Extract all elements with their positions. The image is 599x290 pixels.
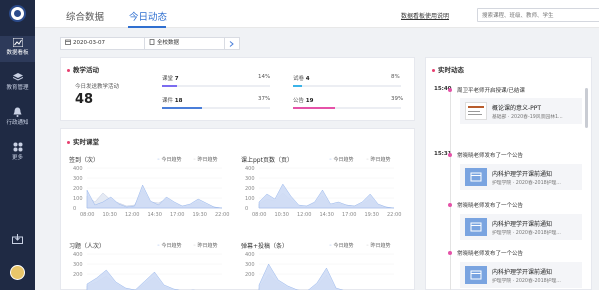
y-tick-label: 0 <box>73 206 76 212</box>
y-tick-label: 400 <box>245 252 255 258</box>
y-tick-label: 200 <box>245 272 255 278</box>
x-tick-label: 22:00 <box>215 212 229 218</box>
feed-card-title: 概论课的意义-PPT <box>492 105 542 112</box>
x-tick-label: 08:00 <box>80 212 94 218</box>
y-tick-label: 400 <box>73 166 83 172</box>
feed-card-subtitle: 基础部 · 2020春-19风景园林1... <box>492 115 563 120</box>
x-tick-label: 14:30 <box>320 212 334 218</box>
series-today-area <box>86 269 196 290</box>
feed-card-title: 内科护理学开课前通知 <box>492 221 553 228</box>
feed-text: 常晓晓老师发布了一个公告 <box>457 203 524 209</box>
x-tick-label: 10:30 <box>275 212 289 218</box>
announcement-thumbnail <box>465 218 487 236</box>
y-tick-label: 200 <box>73 272 83 278</box>
series-today-area <box>86 184 223 209</box>
feed-card-title: 内科护理学开课前通知 <box>492 269 553 276</box>
y-tick-label: 200 <box>73 186 83 192</box>
x-tick-label: 08:00 <box>252 212 266 218</box>
y-tick-label: 400 <box>245 166 255 172</box>
feed-card-subtitle: 护理学院 · 2020春-2018护理... <box>492 181 561 186</box>
window-icon <box>470 222 482 232</box>
feed-card-subtitle: 护理学院 · 2020春-2018护理... <box>492 231 561 236</box>
x-tick-label: 17:00 <box>342 212 356 218</box>
feed-text: 常晓晓老师发布了一个公告 <box>457 251 524 257</box>
y-tick-label: 100 <box>73 196 83 202</box>
y-tick-label: 200 <box>245 186 255 192</box>
x-tick-label: 19:30 <box>365 212 379 218</box>
x-tick-label: 17:00 <box>170 212 184 218</box>
x-tick-label: 22:00 <box>387 212 401 218</box>
feed-card[interactable]: 内科护理学开课前通知 护理学院 · 2020春-2018护理... <box>460 262 582 288</box>
x-tick-label: 10:30 <box>103 212 117 218</box>
x-tick-label: 12:00 <box>125 212 139 218</box>
announcement-thumbnail <box>465 266 487 284</box>
y-tick-label: 0 <box>245 206 248 212</box>
feed-card-subtitle: 护理学院 · 2020春-2018护理... <box>492 279 561 284</box>
feed-card-title: 内科护理学开课前通知 <box>492 171 553 178</box>
feed-text: 周卫平老师开启授课/已结课 <box>457 88 525 94</box>
feed-card[interactable]: 内科护理学开课前通知 护理学院 · 2020春-2018护理... <box>460 164 582 190</box>
window-icon <box>470 172 482 182</box>
x-tick-label: 14:30 <box>148 212 162 218</box>
timeline-line <box>450 90 451 290</box>
feed-scrollbar[interactable] <box>585 88 588 128</box>
y-tick-label: 400 <box>73 252 83 258</box>
feed-text: 常晓晓老师发布了一个公告 <box>457 153 524 159</box>
slide-thumbnail <box>465 102 487 120</box>
y-tick-label: 300 <box>73 176 83 182</box>
y-tick-label: 300 <box>73 262 83 268</box>
y-tick-label: 300 <box>245 262 255 268</box>
series-today-area <box>258 183 395 209</box>
x-tick-label: 12:00 <box>297 212 311 218</box>
announcement-thumbnail <box>465 168 487 186</box>
x-tick-label: 19:30 <box>193 212 207 218</box>
y-tick-label: 300 <box>245 176 255 182</box>
y-tick-label: 100 <box>245 196 255 202</box>
feed-card[interactable]: 概论课的意义-PPT 基础部 · 2020春-19风景园林1... <box>460 98 582 124</box>
series-today-area <box>258 263 344 290</box>
card-title: 实时动态 <box>432 64 464 74</box>
feed-card[interactable]: 内科护理学开课前通知 护理学院 · 2020春-2018护理... <box>460 214 582 240</box>
window-icon <box>470 270 482 280</box>
